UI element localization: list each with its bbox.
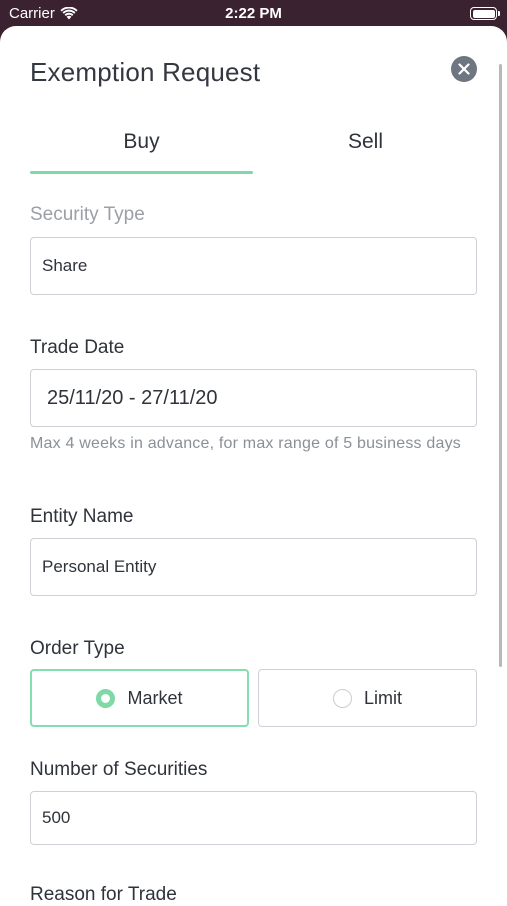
order-type-label: Order Type xyxy=(30,638,125,659)
order-type-market-option[interactable]: Market xyxy=(30,669,249,727)
scroll-indicator[interactable] xyxy=(499,64,502,667)
number-of-securities-label: Number of Securities xyxy=(30,759,208,780)
reason-for-trade-label: Reason for Trade xyxy=(30,884,177,905)
security-type-value: Share xyxy=(42,256,88,275)
status-bar: Carrier 2:22 PM xyxy=(0,0,507,28)
close-icon xyxy=(458,63,470,75)
buy-sell-tabs: Buy Sell xyxy=(30,126,477,174)
trade-date-label: Trade Date xyxy=(30,337,125,358)
clock: 2:22 PM xyxy=(225,5,282,22)
security-type-field[interactable]: Share xyxy=(30,237,477,295)
exemption-request-sheet: Exemption Request Buy Sell Security Type… xyxy=(0,26,507,906)
security-type-label: Security Type xyxy=(30,204,145,225)
radio-selected-icon xyxy=(96,688,116,708)
battery-icon xyxy=(470,7,500,20)
entity-name-label: Entity Name xyxy=(30,506,134,527)
number-of-securities-field[interactable]: 500 xyxy=(30,791,477,845)
tab-buy[interactable]: Buy xyxy=(30,126,253,174)
number-of-securities-value: 500 xyxy=(42,808,71,827)
trade-date-helper-text: Max 4 weeks in advance, for max range of… xyxy=(30,435,461,452)
order-type-limit-label: Limit xyxy=(363,687,402,708)
trade-date-field[interactable]: 25/11/20 - 27/11/20 xyxy=(30,369,477,427)
entity-name-value: Personal Entity xyxy=(42,557,157,576)
radio-unselected-icon xyxy=(332,688,352,708)
trade-date-value: 25/11/20 - 27/11/20 xyxy=(47,386,218,409)
close-button[interactable] xyxy=(451,56,477,82)
entity-name-field[interactable]: Personal Entity xyxy=(30,538,477,596)
order-type-limit-option[interactable]: Limit xyxy=(258,669,477,727)
order-type-market-label: Market xyxy=(127,687,183,708)
tab-sell[interactable]: Sell xyxy=(254,126,477,174)
page-title: Exemption Request xyxy=(30,57,261,87)
